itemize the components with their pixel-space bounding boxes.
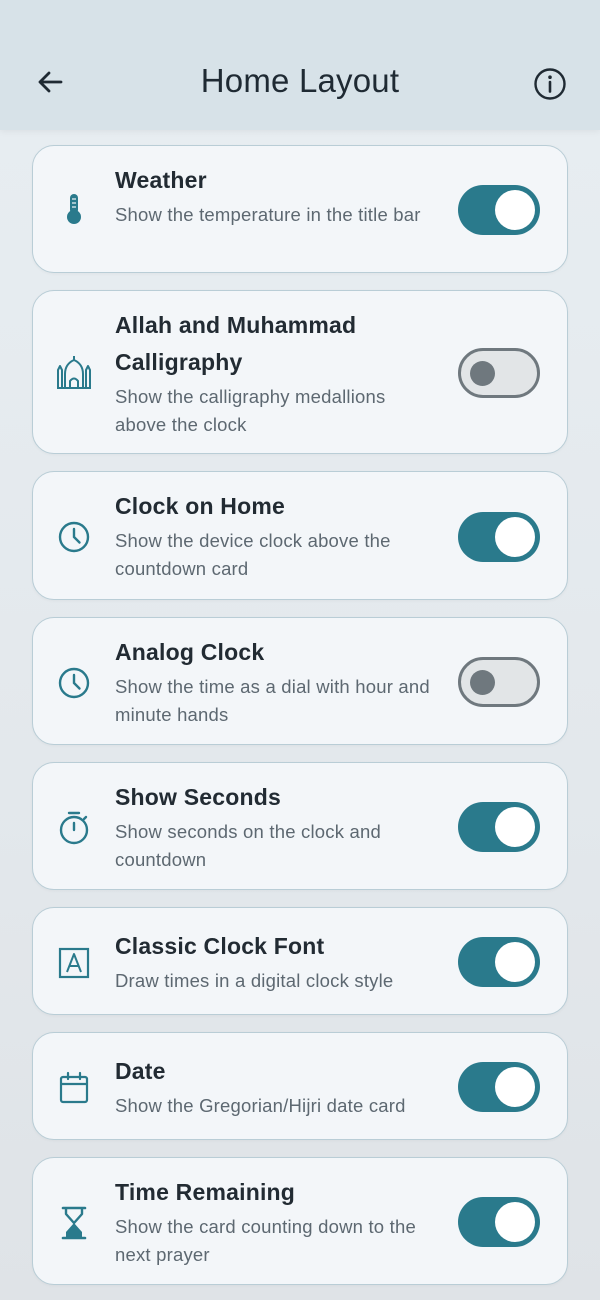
stopwatch-icon bbox=[55, 809, 93, 847]
setting-card-analog-clock[interactable]: Analog Clock Show the time as a dial wit… bbox=[32, 617, 568, 745]
setting-title: Classic Clock Font bbox=[115, 933, 325, 959]
setting-card-date[interactable]: Date Show the Gregorian/Hijri date card bbox=[32, 1032, 568, 1140]
setting-card-clock-on-home[interactable]: Clock on Home Show the device clock abov… bbox=[32, 471, 568, 600]
setting-description: Show the device clock above the countdow… bbox=[115, 530, 391, 579]
setting-description: Show the temperature in the title bar bbox=[115, 204, 421, 225]
setting-card-classic-clock-font[interactable]: Classic Clock Font Draw times in a digit… bbox=[32, 907, 568, 1015]
hourglass-icon bbox=[55, 1204, 93, 1242]
setting-title: Time Remaining bbox=[115, 1179, 296, 1205]
time-remaining-toggle[interactable] bbox=[458, 1197, 540, 1247]
page-title: Home Layout bbox=[200, 62, 400, 99]
mosque-icon bbox=[55, 353, 93, 391]
setting-description: Draw times in a digital clock style bbox=[115, 970, 394, 991]
info-icon bbox=[533, 67, 567, 106]
clock-icon bbox=[55, 664, 93, 702]
clock-icon bbox=[55, 518, 93, 556]
setting-title: Show Seconds bbox=[115, 784, 281, 810]
app-bar: Home Layout bbox=[0, 0, 600, 130]
setting-description: Show the Gregorian/Hijri date card bbox=[115, 1095, 406, 1116]
calendar-icon bbox=[55, 1069, 93, 1107]
show-seconds-toggle[interactable] bbox=[458, 802, 540, 852]
setting-title: Analog Clock bbox=[115, 639, 265, 665]
analog-clock-toggle[interactable] bbox=[458, 657, 540, 707]
font-icon bbox=[55, 944, 93, 982]
setting-description: Show seconds on the clock and countdown bbox=[115, 821, 381, 870]
calligraphy-toggle[interactable] bbox=[458, 348, 540, 398]
setting-description: Show the card counting down to the next … bbox=[115, 1216, 416, 1265]
classic-clock-font-toggle[interactable] bbox=[458, 937, 540, 987]
setting-title: Date bbox=[115, 1058, 166, 1084]
clock-on-home-toggle[interactable] bbox=[458, 512, 540, 562]
setting-title: Allah and Muhammad Calligraphy bbox=[115, 312, 357, 375]
info-button[interactable] bbox=[530, 66, 570, 106]
date-toggle[interactable] bbox=[458, 1062, 540, 1112]
weather-toggle[interactable] bbox=[458, 185, 540, 235]
setting-card-time-remaining[interactable]: Time Remaining Show the card counting do… bbox=[32, 1157, 568, 1285]
setting-card-weather[interactable]: Weather Show the temperature in the titl… bbox=[32, 145, 568, 273]
setting-description: Show the time as a dial with hour and mi… bbox=[115, 676, 430, 725]
thermometer-icon bbox=[55, 190, 93, 228]
setting-title: Weather bbox=[115, 167, 207, 193]
setting-card-calligraphy[interactable]: Allah and Muhammad Calligraphy Show the … bbox=[32, 290, 568, 454]
setting-title: Clock on Home bbox=[115, 493, 286, 519]
setting-card-show-seconds[interactable]: Show Seconds Show seconds on the clock a… bbox=[32, 762, 568, 890]
setting-description: Show the calligraphy medallions above th… bbox=[115, 386, 386, 435]
